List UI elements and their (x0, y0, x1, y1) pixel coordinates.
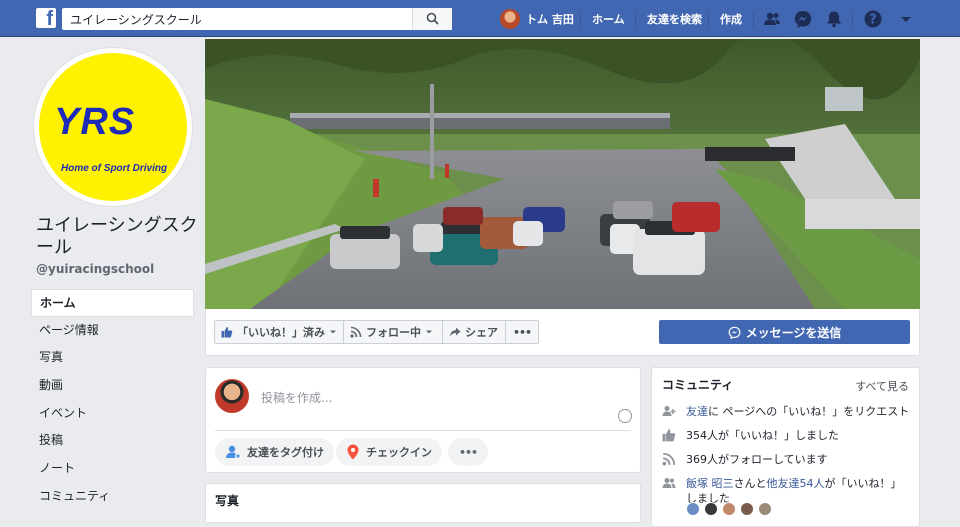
composer-more-button[interactable]: ••• (448, 438, 488, 466)
chevron-down-icon (330, 330, 336, 334)
page-action-bar: 「いいね！」済み フォロー中 シェア ••• メッセージを送信 (205, 309, 920, 356)
messenger-icon (728, 326, 741, 339)
cover-photo[interactable] (205, 39, 920, 309)
create-link[interactable]: 作成 (720, 11, 742, 27)
race-track-cover-image (205, 39, 920, 309)
avatar (500, 9, 520, 29)
thumbs-up-icon (662, 429, 676, 442)
yrs-logo: YRS Home of Sport Driving (39, 53, 187, 201)
profile-link[interactable]: トム 吉田 (500, 8, 574, 30)
account-menu-chevron-icon[interactable] (896, 9, 916, 29)
notifications-icon[interactable] (824, 9, 844, 29)
photos-heading[interactable]: 写真 (215, 492, 239, 509)
friends-icon (662, 478, 676, 488)
invite-friends-icon (662, 406, 676, 416)
find-friends-link[interactable]: 友達を検索 (647, 11, 702, 27)
search-icon (426, 12, 439, 25)
sidebar-item-events[interactable]: イベント (31, 400, 194, 428)
invite-friends-row: 友達に ページへの「いいね！」をリクエスト (662, 404, 912, 419)
nav-divider (635, 11, 636, 27)
page-profile-picture[interactable]: YRS Home of Sport Driving (33, 47, 193, 207)
following-label: フォロー中 (366, 326, 421, 339)
send-message-button[interactable]: メッセージを送信 (659, 320, 910, 344)
location-pin-icon (347, 444, 359, 460)
search-box (62, 8, 452, 30)
liked-label: 「いいね！」済み (237, 326, 325, 339)
invite-text: に ページへの「いいね！」をリクエスト (708, 405, 910, 418)
share-arrow-icon (450, 327, 461, 337)
page-sidebar-nav: ホーム ページ情報 写真 動画 イベント 投稿 ノート コミュニティ (31, 289, 194, 511)
avatar (215, 379, 249, 413)
share-label: シェア (465, 326, 498, 339)
divider (215, 430, 631, 431)
sidebar-item-posts[interactable]: 投稿 (31, 427, 194, 455)
more-dots-icon: ••• (458, 445, 478, 459)
sidebar-item-videos[interactable]: 動画 (31, 372, 194, 400)
search-button[interactable] (412, 8, 452, 30)
logo-text: YRS (54, 101, 136, 143)
top-navigation-bar: f トム 吉田 ホーム 友達を検索 作成 ? (0, 0, 960, 37)
rss-icon (350, 326, 362, 338)
nav-divider (852, 11, 853, 27)
tag-friends-label: 友達をタグ付け (247, 446, 324, 459)
sidebar-item-community[interactable]: コミュニティ (31, 483, 194, 511)
page-title[interactable]: ユイレーシングスクール (36, 215, 201, 259)
tag-friends-button[interactable]: 友達をタグ付け (215, 438, 334, 466)
likes-row: 354人が「いいね！」しました (662, 428, 912, 443)
messenger-icon[interactable] (793, 9, 813, 29)
photos-section: 写真 (205, 483, 641, 523)
nav-divider (580, 11, 581, 27)
community-panel: コミュニティ すべて見る 友達に ページへの「いいね！」をリクエスト 354人が… (651, 367, 920, 527)
sidebar-item-photos[interactable]: 写真 (31, 344, 194, 372)
sidebar-item-about[interactable]: ページ情報 (31, 317, 194, 345)
share-button[interactable]: シェア (442, 320, 506, 344)
facebook-logo-icon[interactable]: f (36, 8, 56, 28)
search-input[interactable] (62, 8, 412, 30)
checkin-label: チェックイン (366, 446, 432, 459)
post-composer: 投稿を作成... 友達をタグ付け チェックイン ••• (205, 367, 641, 473)
nav-divider (708, 11, 709, 27)
sidebar-item-notes[interactable]: ノート (31, 455, 194, 483)
checkin-button[interactable]: チェックイン (336, 438, 442, 466)
friend-name-link[interactable]: 飯塚 昭三 (686, 477, 734, 490)
help-icon[interactable]: ? (863, 9, 883, 29)
friend-requests-icon[interactable] (762, 9, 782, 29)
svg-text:?: ? (869, 13, 877, 28)
community-heading: コミュニティ (662, 378, 734, 392)
user-name: トム 吉田 (526, 13, 574, 26)
logo-subtitle: Home of Sport Driving (61, 163, 168, 174)
tag-friend-icon (226, 445, 241, 459)
emoji-icon[interactable] (618, 409, 632, 423)
follows-count-text: 369人がフォローしています (686, 453, 828, 466)
send-message-label: メッセージを送信 (745, 325, 842, 340)
sidebar-item-home[interactable]: ホーム (31, 289, 194, 317)
composer-input[interactable]: 投稿を作成... (261, 389, 332, 406)
more-dots-icon: ••• (512, 325, 532, 339)
following-button[interactable]: フォロー中 (343, 320, 443, 344)
invite-friends-link[interactable]: 友達 (686, 405, 708, 418)
liked-button[interactable]: 「いいね！」済み (214, 320, 344, 344)
chevron-down-icon (426, 330, 432, 334)
home-link[interactable]: ホーム (592, 11, 625, 27)
rss-icon (662, 452, 676, 466)
see-all-link[interactable]: すべて見る (855, 378, 909, 394)
friend-mid-text: さんと (733, 477, 767, 490)
nav-divider (753, 11, 754, 27)
follows-row: 369人がフォローしています (662, 452, 912, 467)
thumbs-up-icon (221, 327, 233, 338)
more-options-button[interactable]: ••• (505, 320, 539, 344)
other-friends-link[interactable]: 他友達54人 (767, 477, 825, 490)
likes-count-text: 354人が「いいね！」しました (686, 429, 839, 442)
page-username[interactable]: @yuiracingschool (36, 262, 154, 276)
